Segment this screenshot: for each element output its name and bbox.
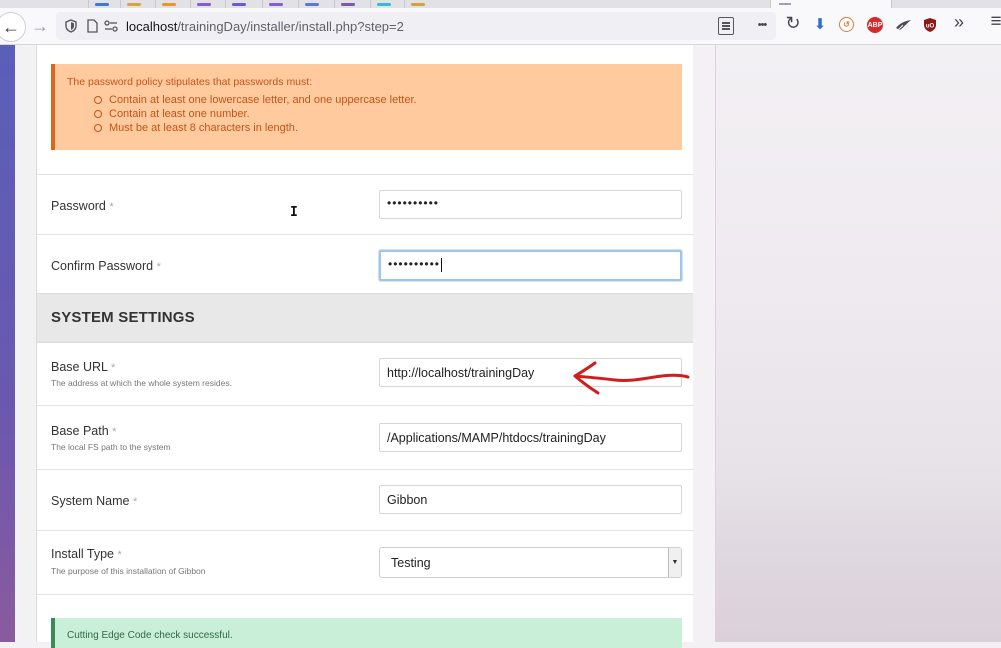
password-label: Password * bbox=[51, 199, 114, 213]
policy-rule: Must be at least 8 characters in length. bbox=[94, 121, 670, 135]
forward-button[interactable]: → bbox=[26, 12, 54, 40]
tab-strip bbox=[0, 0, 1001, 8]
password-row: Password * •••••••••• bbox=[37, 174, 693, 234]
base-path-label: Base Path * bbox=[51, 424, 117, 438]
page-gutter bbox=[0, 45, 15, 642]
url-text[interactable]: localhost/trainingDay/installer/install.… bbox=[126, 19, 404, 34]
base-path-row: Base Path * The local FS path to the sys… bbox=[37, 405, 693, 469]
confirm-password-input[interactable]: •••••••••• bbox=[379, 250, 682, 281]
system-settings-header: SYSTEM SETTINGS bbox=[37, 293, 693, 343]
browser-tab[interactable] bbox=[262, 0, 289, 8]
section-title: SYSTEM SETTINGS bbox=[51, 309, 195, 326]
policy-intro: The password policy stipulates that pass… bbox=[67, 76, 313, 88]
browser-tab[interactable] bbox=[370, 0, 397, 8]
browser-tab[interactable] bbox=[225, 0, 252, 8]
browser-tab-active[interactable] bbox=[770, 0, 892, 8]
bird-extension-icon[interactable] bbox=[895, 19, 912, 32]
row-divider bbox=[37, 594, 693, 595]
overflow-menu-icon[interactable]: » bbox=[948, 12, 970, 32]
browser-tab[interactable] bbox=[120, 0, 147, 8]
page-margin bbox=[692, 45, 715, 642]
text-cursor-icon: I bbox=[290, 205, 298, 220]
hamburger-menu-icon[interactable]: ≡ bbox=[985, 12, 1001, 32]
shield-icon[interactable] bbox=[65, 19, 77, 33]
browser-tab[interactable] bbox=[334, 0, 361, 8]
back-arrow-icon: ← bbox=[2, 16, 20, 37]
browser-tab[interactable] bbox=[88, 0, 115, 8]
ublock-icon[interactable]: uO bbox=[923, 17, 937, 33]
forward-arrow-icon: → bbox=[31, 15, 49, 36]
base-url-description: The address at which the whole system re… bbox=[51, 378, 232, 388]
installer-page: The password policy stipulates that pass… bbox=[15, 45, 693, 648]
download-icon[interactable]: ⬇ bbox=[809, 15, 831, 35]
browser-tab[interactable] bbox=[404, 0, 431, 8]
permissions-icon[interactable] bbox=[104, 20, 118, 32]
base-url-label: Base URL * bbox=[51, 360, 116, 374]
base-path-description: The local FS path to the system bbox=[51, 442, 171, 452]
policy-rule: Contain at least one number. bbox=[94, 107, 670, 121]
background-area bbox=[716, 45, 1001, 642]
url-host: localhost bbox=[126, 19, 178, 34]
install-type-select[interactable]: Testing ▼ bbox=[379, 547, 682, 578]
more-actions-icon[interactable]: ••• bbox=[751, 15, 773, 35]
browser-toolbar: ← → localhost/trainingDay/installer/inst… bbox=[0, 8, 1001, 45]
install-type-value: Testing bbox=[391, 556, 431, 570]
browser-tab[interactable] bbox=[298, 0, 325, 8]
system-name-input[interactable]: Gibbon bbox=[379, 485, 682, 514]
system-name-row: System Name * Gibbon bbox=[37, 469, 693, 530]
adblock-icon[interactable]: ABP bbox=[867, 17, 883, 33]
browser-tab[interactable] bbox=[190, 0, 217, 8]
install-type-row: Install Type * The purpose of this insta… bbox=[37, 530, 693, 594]
success-notice: Cutting Edge Code check successful. bbox=[51, 618, 682, 648]
policy-rules: Contain at least one lowercase letter, a… bbox=[67, 93, 670, 135]
system-name-label: System Name * bbox=[51, 494, 138, 508]
base-path-input[interactable]: /Applications/MAMP/htdocs/trainingDay bbox=[379, 423, 682, 452]
reader-view-icon[interactable] bbox=[718, 17, 734, 35]
svg-text:uO: uO bbox=[926, 24, 935, 30]
url-path: /trainingDay/installer/install.php?step=… bbox=[177, 19, 404, 34]
annotation-arrow bbox=[573, 361, 690, 395]
install-type-description: The purpose of this installation of Gibb… bbox=[51, 566, 206, 576]
policy-rule: Contain at least one lowercase letter, a… bbox=[94, 93, 670, 107]
password-input[interactable]: •••••••••• bbox=[379, 190, 682, 219]
confirm-password-row: Confirm Password * •••••••••• bbox=[37, 234, 693, 293]
back-button[interactable]: ← bbox=[0, 12, 26, 42]
text-caret bbox=[441, 257, 443, 272]
browser-tab[interactable] bbox=[155, 0, 182, 8]
installer-form: The password policy stipulates that pass… bbox=[36, 45, 693, 648]
confirm-password-label: Confirm Password * bbox=[51, 259, 161, 273]
address-bar[interactable]: localhost/trainingDay/installer/install.… bbox=[56, 12, 776, 40]
reload-icon[interactable]: ↻ bbox=[782, 13, 804, 33]
install-type-label: Install Type * bbox=[51, 547, 122, 561]
password-policy-notice: The password policy stipulates that pass… bbox=[51, 64, 682, 150]
history-extension-icon[interactable]: ↺ bbox=[839, 17, 854, 32]
dropdown-arrow-icon[interactable]: ▼ bbox=[668, 548, 681, 577]
page-icon[interactable] bbox=[87, 19, 98, 33]
